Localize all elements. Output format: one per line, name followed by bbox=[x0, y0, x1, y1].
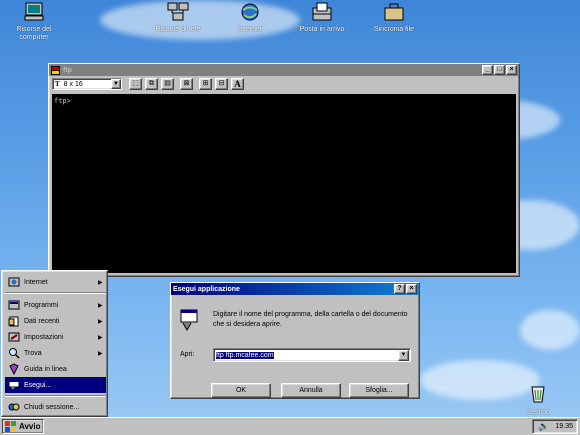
menu-item-label: Internet bbox=[24, 278, 48, 286]
ftp-window[interactable]: ftp _ □ × T 8 x 16 ▼ ⬚ ⧉ ▤ ⊠ ⊞ ⊟ A ftp> bbox=[48, 63, 520, 277]
chevron-right-icon: ▶ bbox=[98, 334, 103, 341]
menu-item-programmi[interactable]: Programmi ▶ bbox=[5, 297, 106, 313]
mark-button[interactable]: ⬚ bbox=[129, 78, 142, 90]
chevron-right-icon: ▶ bbox=[98, 279, 103, 286]
menu-item-trova[interactable]: Trova ▶ bbox=[5, 345, 106, 361]
start-button[interactable]: Avvio bbox=[2, 419, 44, 434]
computer-icon bbox=[24, 2, 44, 21]
menu-separator bbox=[5, 395, 106, 397]
background-button[interactable]: ⊟ bbox=[215, 78, 228, 90]
open-input[interactable]: ftp ftp.mcafee.com ▼ bbox=[213, 348, 411, 362]
desktop-icon-my-computer[interactable]: Risorse del computer bbox=[2, 2, 66, 42]
open-input-value[interactable]: ftp ftp.mcafee.com bbox=[216, 351, 398, 359]
chevron-right-icon: ▶ bbox=[98, 318, 103, 325]
desktop-icon-label: Cestino bbox=[526, 409, 550, 416]
menu-item-label: Guida in linea bbox=[24, 365, 67, 373]
run-icon bbox=[8, 379, 20, 390]
truetype-icon: T bbox=[55, 80, 60, 88]
font-button[interactable]: A bbox=[231, 78, 244, 90]
chevron-right-icon: ▶ bbox=[98, 350, 103, 357]
window-title: ftp bbox=[63, 66, 72, 74]
menu-item-label: Trova bbox=[24, 349, 42, 357]
menu-item-chiudi-sessione[interactable]: Chiudi sessione... bbox=[5, 399, 106, 415]
open-label: Apri: bbox=[180, 351, 195, 358]
desktop-icon-label: Risorse del computer bbox=[16, 26, 52, 41]
clock[interactable]: 19.35 bbox=[555, 423, 573, 430]
briefcase-icon bbox=[384, 3, 404, 21]
internet-icon bbox=[8, 277, 20, 287]
close-button[interactable]: × bbox=[506, 65, 517, 75]
help-book-icon bbox=[9, 363, 19, 375]
ftp-toolbar: T 8 x 16 ▼ ⬚ ⧉ ▤ ⊠ ⊞ ⊟ A bbox=[49, 76, 519, 92]
desktop-icon-internet[interactable]: Internet bbox=[218, 2, 282, 34]
start-menu[interactable]: Internet ▶ Programmi ▶ Dati recenti ▶ Im… bbox=[1, 270, 108, 417]
logoff-icon bbox=[8, 403, 20, 411]
fullscreen-button[interactable]: ⊠ bbox=[180, 78, 193, 90]
run-icon bbox=[180, 309, 198, 331]
cloud bbox=[520, 310, 580, 350]
ms-dos-icon bbox=[51, 65, 60, 75]
desktop-icon-label: Internet bbox=[238, 26, 262, 33]
documents-icon bbox=[8, 316, 19, 327]
menu-separator bbox=[5, 292, 106, 294]
desktop-icon-inbox[interactable]: Posta in arrivo bbox=[290, 2, 354, 34]
run-description: Digitare il nome del programma, della ca… bbox=[213, 311, 408, 328]
desktop-icon-label: Posta in arrivo bbox=[299, 26, 345, 33]
desktop-icon-recycle-bin[interactable]: Cestino bbox=[506, 381, 570, 417]
chevron-down-icon[interactable]: ▼ bbox=[111, 79, 121, 89]
menu-item-label: Dati recenti bbox=[24, 317, 60, 325]
recycle-bin-icon bbox=[531, 386, 545, 403]
dialog-title: Esegui applicazione bbox=[173, 285, 240, 293]
console-output[interactable]: ftp> bbox=[52, 94, 516, 273]
menu-item-label: Impostazioni bbox=[24, 333, 64, 341]
windows-logo-icon bbox=[5, 421, 16, 432]
menu-item-internet[interactable]: Internet ▶ bbox=[5, 274, 106, 290]
menu-item-esegui[interactable]: Esegui... bbox=[5, 377, 106, 393]
cancel-button[interactable]: Annulla bbox=[281, 383, 341, 398]
desktop-icon-label: Risorse di rete bbox=[155, 26, 201, 33]
paste-button[interactable]: ▤ bbox=[161, 78, 174, 90]
font-size-select[interactable]: T 8 x 16 ▼ bbox=[52, 78, 122, 90]
minimize-button[interactable]: _ bbox=[482, 65, 493, 75]
font-size-value: 8 x 16 bbox=[63, 80, 83, 88]
network-icon bbox=[167, 2, 189, 21]
ok-button[interactable]: OK bbox=[211, 383, 271, 398]
system-tray: 🔈 19.35 bbox=[532, 419, 578, 434]
search-icon bbox=[9, 348, 20, 359]
browse-button[interactable]: Sfoglia... bbox=[349, 383, 409, 398]
chevron-right-icon: ▶ bbox=[98, 302, 103, 309]
run-dialog[interactable]: Esegui applicazione ? × Digitare il nome… bbox=[170, 282, 420, 399]
chevron-down-icon[interactable]: ▼ bbox=[398, 349, 409, 361]
properties-button[interactable]: ⊞ bbox=[199, 78, 212, 90]
menu-item-guida[interactable]: Guida in linea bbox=[5, 361, 106, 377]
taskbar: Avvio 🔈 19.35 bbox=[0, 417, 580, 435]
menu-item-label: Esegui... bbox=[24, 381, 52, 389]
maximize-button[interactable]: □ bbox=[494, 65, 505, 75]
menu-item-impostazioni[interactable]: Impostazioni ▶ bbox=[5, 329, 106, 345]
programs-icon bbox=[8, 300, 20, 310]
desktop-icon-briefcase[interactable]: Sincronia file bbox=[362, 2, 426, 34]
speaker-icon[interactable]: 🔈 bbox=[538, 421, 549, 432]
close-button[interactable]: × bbox=[406, 284, 417, 294]
copy-button[interactable]: ⧉ bbox=[145, 78, 158, 90]
menu-item-dati-recenti[interactable]: Dati recenti ▶ bbox=[5, 313, 106, 329]
settings-icon bbox=[8, 332, 20, 342]
run-titlebar[interactable]: Esegui applicazione ? × bbox=[171, 283, 419, 295]
globe-icon bbox=[241, 3, 259, 21]
menu-item-label: Chiudi sessione... bbox=[24, 403, 80, 411]
inbox-icon bbox=[312, 2, 332, 21]
desktop-icon-network[interactable]: Risorse di rete bbox=[146, 2, 210, 34]
desktop-icon-label: Sincronia file bbox=[373, 26, 415, 33]
help-button[interactable]: ? bbox=[394, 284, 405, 294]
ftp-titlebar[interactable]: ftp _ □ × bbox=[49, 64, 519, 76]
menu-item-label: Programmi bbox=[24, 301, 59, 309]
start-label: Avvio bbox=[19, 422, 41, 431]
